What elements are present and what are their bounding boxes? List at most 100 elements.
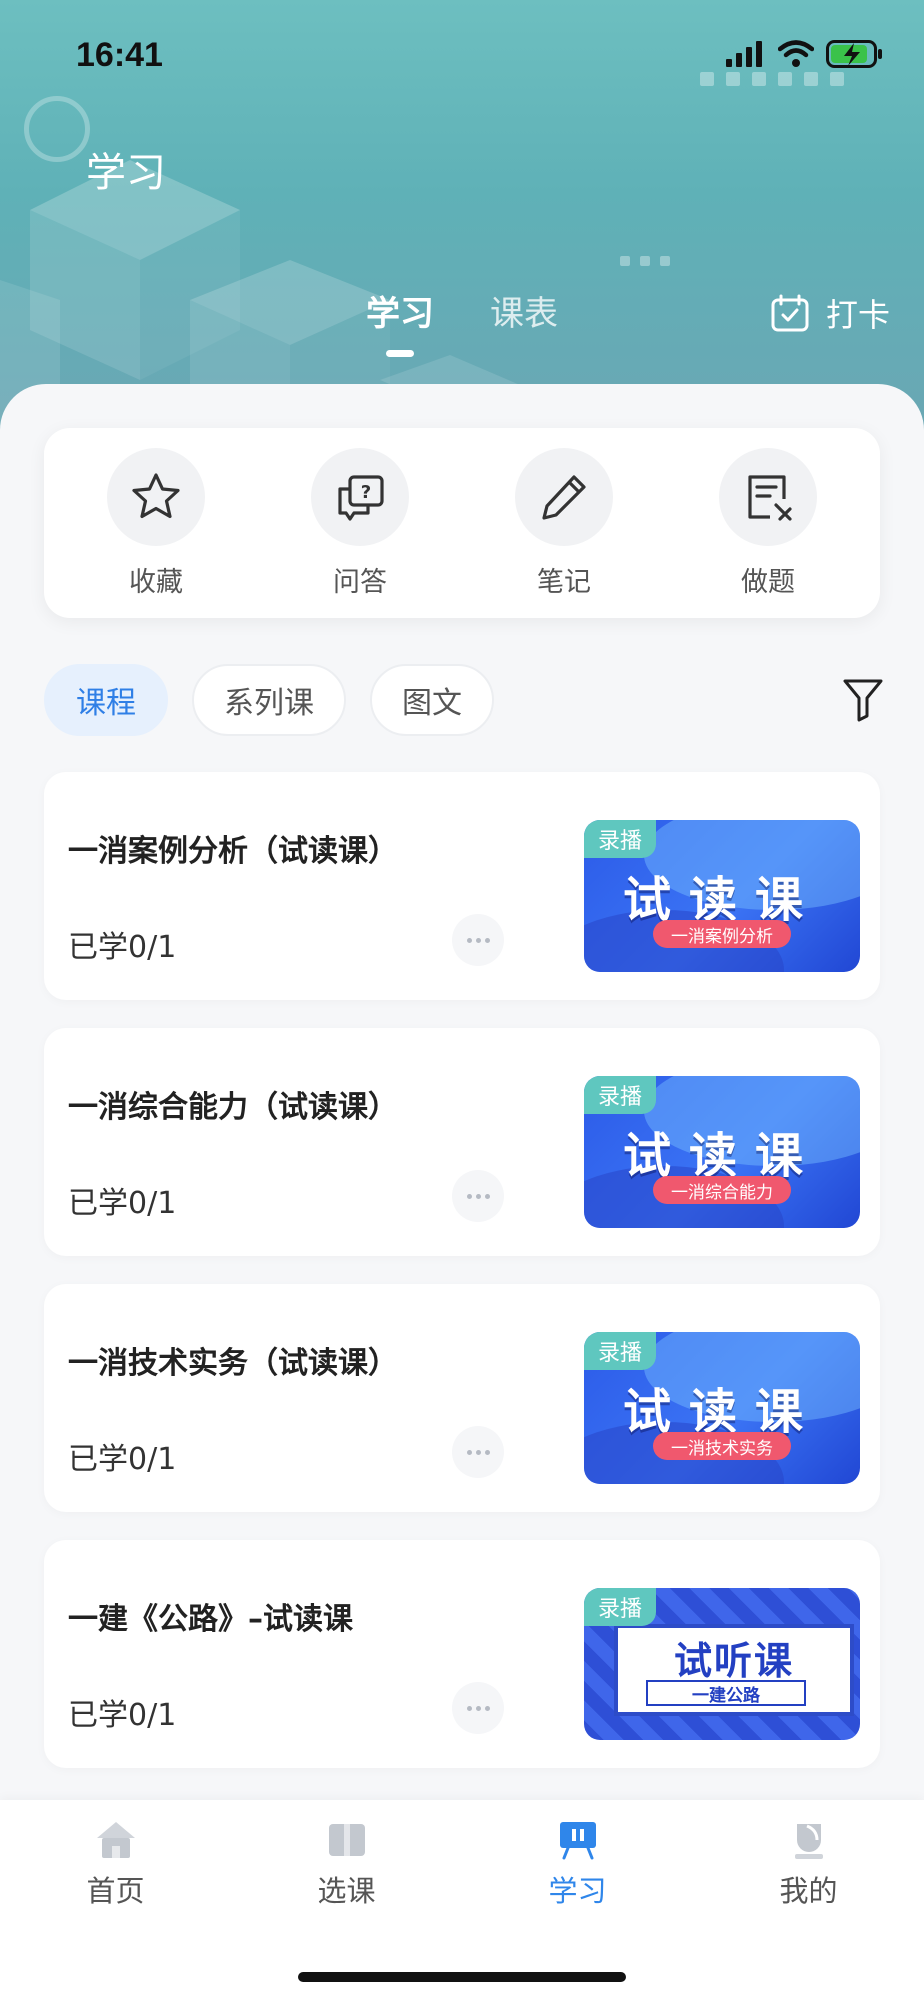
recorded-badge: 录播 [584, 820, 657, 858]
nav-label: 我的 [779, 1874, 838, 1908]
more-dot [466, 937, 472, 943]
nav-item-courses[interactable]: 选课 [231, 1818, 462, 1910]
filter-chip-series[interactable]: 系列课 [192, 664, 346, 736]
recorded-badge: 录播 [584, 1588, 657, 1626]
course-thumbnail: 试听课 一建公路 录播 [584, 1588, 860, 1740]
recorded-badge: 录播 [584, 1332, 657, 1370]
status-time: 16:41 [76, 36, 163, 74]
course-thumbnail: 录播 试读课 一消案例分析 [584, 820, 860, 972]
nav-label: 选课 [317, 1874, 376, 1908]
more-dot [475, 1193, 481, 1199]
quick-action-notes[interactable]: 笔记 [484, 447, 644, 599]
question-bubble-icon: ? [338, 474, 384, 521]
thumb-subtitle: 一建公路 [646, 1680, 806, 1706]
status-icons [726, 40, 884, 68]
battery-charging-icon [826, 40, 882, 68]
nav-item-profile[interactable]: 我的 [693, 1818, 924, 1910]
more-dot [484, 1449, 490, 1455]
thumb-subtitle: 一消综合能力 [653, 1176, 791, 1204]
nav-item-study[interactable]: 学习 [462, 1818, 693, 1910]
recorded-badge: 录播 [584, 1076, 657, 1114]
svg-text:?: ? [361, 482, 371, 503]
nav-icon-wrap [94, 1818, 138, 1862]
course-thumbnail: 录播 试读课 一消综合能力 [584, 1076, 860, 1228]
quick-action-circle [515, 447, 613, 546]
quick-action-label: 收藏 [129, 566, 183, 598]
main-content: 收藏 ? 问答 笔记 做题 课程 系列课 图文 一消案例分析（试读课） 已学0/… [0, 384, 924, 1800]
course-card[interactable]: 一消综合能力（试读课） 已学0/1 录播 试读课 一消综合能力 [44, 1028, 880, 1256]
more-dot [466, 1705, 472, 1711]
more-dot [475, 1705, 481, 1711]
pencil-icon [542, 474, 586, 520]
course-progress: 已学0/1 [68, 1698, 177, 1733]
checkin-button[interactable]: 打卡 [770, 290, 890, 336]
course-card[interactable]: 一消案例分析（试读课） 已学0/1 录播 试读课 一消案例分析 [44, 772, 880, 1000]
filter-chips: 课程 系列课 图文 [44, 664, 494, 736]
course-progress: 已学0/1 [68, 930, 177, 965]
quick-action-label: 笔记 [537, 566, 591, 598]
more-dot [466, 1449, 472, 1455]
exercise-icon [748, 474, 792, 521]
checkin-label: 打卡 [825, 296, 890, 334]
quick-action-circle [719, 447, 817, 546]
quick-action-favorites[interactable]: 收藏 [76, 447, 236, 599]
course-progress: 已学0/1 [68, 1442, 177, 1477]
tab-schedule[interactable]: 课表 [490, 286, 558, 335]
course-title: 一消技术实务（试读课） [68, 1346, 398, 1381]
decorative-dots [620, 256, 670, 266]
page-title: 学习 [86, 150, 166, 196]
course-title: 一建《公路》–试读课 [68, 1602, 353, 1637]
nav-item-home[interactable]: 首页 [0, 1818, 231, 1910]
course-card[interactable]: 一消技术实务（试读课） 已学0/1 录播 试读课 一消技术实务 [44, 1284, 880, 1512]
calendar-check-icon [771, 294, 809, 332]
study-board-icon [559, 1822, 596, 1860]
nav-icon-wrap [787, 1818, 831, 1862]
more-options-button[interactable] [452, 914, 504, 966]
course-title: 一消案例分析（试读课） [68, 834, 398, 869]
nav-icon-wrap [325, 1818, 369, 1862]
thumb-subtitle: 一消案例分析 [653, 920, 791, 948]
course-list: 一消案例分析（试读课） 已学0/1 录播 试读课 一消案例分析 一消综合能力（试… [44, 772, 880, 1796]
home-indicator [298, 1972, 626, 1982]
thumb-headline: 试听课 [673, 1639, 794, 1683]
book-icon [328, 1824, 365, 1856]
quick-action-circle: ? [311, 447, 409, 546]
quick-action-label: 做题 [741, 566, 795, 598]
header-banner: 16:41 学习 学习 课表 打卡 [0, 0, 924, 430]
quick-actions-panel: 收藏 ? 问答 笔记 做题 [44, 428, 880, 618]
more-options-button[interactable] [452, 1170, 504, 1222]
course-progress: 已学0/1 [68, 1186, 177, 1221]
quick-action-circle [107, 447, 205, 546]
more-options-button[interactable] [452, 1426, 504, 1478]
more-dot [484, 1193, 490, 1199]
filter-chip-courses[interactable]: 课程 [44, 664, 168, 736]
header-tabs: 学习 课表 [366, 286, 558, 335]
course-thumbnail: 录播 试读课 一消技术实务 [584, 1332, 860, 1484]
more-dot [466, 1193, 472, 1199]
cellular-signal-icon [726, 41, 762, 67]
star-icon [132, 472, 180, 518]
quick-action-qa[interactable]: ? 问答 [280, 447, 440, 599]
more-dot [484, 1705, 490, 1711]
filter-chip-articles[interactable]: 图文 [370, 664, 494, 736]
wifi-icon [778, 40, 814, 67]
thumb-frame: 试听课 一建公路 [614, 1624, 854, 1716]
more-dot [484, 937, 490, 943]
filter-funnel-icon[interactable] [842, 676, 884, 722]
home-icon [96, 1822, 135, 1858]
quick-action-label: 问答 [333, 566, 387, 598]
nav-icon-wrap [556, 1818, 600, 1862]
thumb-subtitle: 一消技术实务 [653, 1432, 791, 1460]
status-bar: 16:41 [0, 0, 924, 110]
bottom-navigation: 首页 选课 学习 我的 [0, 1800, 924, 2000]
more-dot [475, 1449, 481, 1455]
nav-label: 首页 [86, 1874, 145, 1908]
more-dot [475, 937, 481, 943]
more-options-button[interactable] [452, 1682, 504, 1734]
tab-study[interactable]: 学习 [366, 286, 434, 335]
nav-label: 学习 [548, 1874, 607, 1908]
course-card[interactable]: 一建《公路》–试读课 已学0/1 试听课 一建公路 录播 [44, 1540, 880, 1768]
course-title: 一消综合能力（试读课） [68, 1090, 398, 1125]
quick-action-exercises[interactable]: 做题 [688, 447, 848, 599]
bottom-nav-items: 首页 选课 学习 我的 [0, 1818, 924, 1910]
